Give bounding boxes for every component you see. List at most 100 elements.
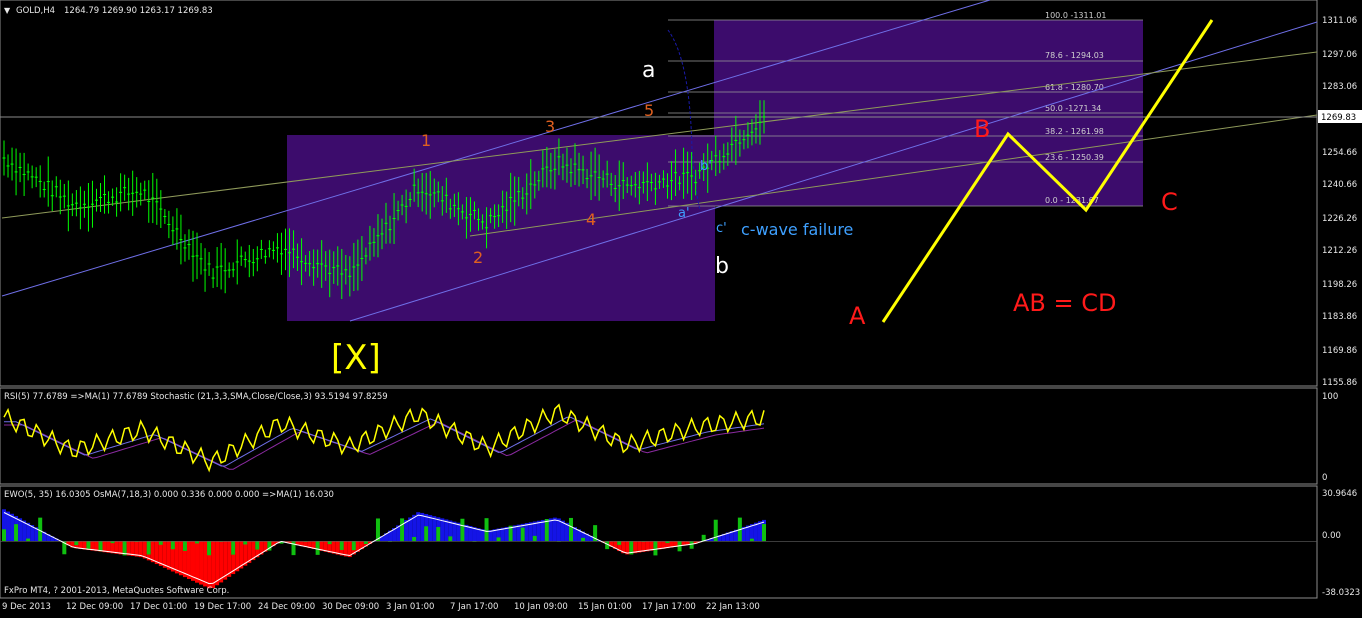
price-tick: 1311.06 (1322, 16, 1357, 26)
osma-bar (351, 541, 356, 551)
price-tick: 1212.26 (1322, 246, 1357, 256)
c-wave-failure-label: c-wave failure (741, 220, 853, 239)
ewo-bar (235, 541, 240, 572)
ewo-bar (126, 541, 131, 556)
osma-bar (544, 519, 549, 542)
osma-bar (448, 536, 453, 542)
osma-bar (86, 541, 91, 549)
ewo-bar (452, 521, 457, 542)
ewo-bar (215, 541, 220, 586)
time-tick: 10 Jan 09:00 (514, 602, 568, 612)
osma-bar (146, 541, 151, 555)
fib-100: 100.0 -1311.01 (1045, 11, 1106, 20)
rsi-tick-100: 100 (1322, 392, 1338, 402)
osma-bar (255, 541, 260, 550)
time-tick: 22 Jan 13:00 (706, 602, 760, 612)
price-tick: 1254.66 (1322, 148, 1357, 158)
osma-bar (520, 527, 525, 542)
chart-svg: 100.0 -1311.01 78.6 - 1294.03 61.8 - 128… (0, 0, 1362, 612)
ewo-bar (528, 522, 533, 542)
ewo-bar (138, 541, 143, 558)
ewo-bar (162, 541, 167, 568)
wave-a-label: a (642, 58, 655, 83)
osma-bar (762, 524, 766, 542)
time-tick: 9 Dec 2013 (2, 602, 51, 612)
time-tick: 3 Jan 01:00 (386, 602, 434, 612)
ewo-series (0, 509, 1317, 589)
ewo-bar (10, 513, 15, 542)
osma-bar (2, 529, 6, 542)
ewo-bar (199, 541, 204, 585)
osma-bar (231, 541, 236, 555)
fib-236: 23.6 - 1250.39 (1045, 153, 1104, 162)
ewo-bar (552, 517, 557, 542)
time-tick: 12 Dec 09:00 (66, 602, 123, 612)
osma-bar (568, 517, 573, 542)
osma-bar (400, 518, 405, 542)
symbol-label: GOLD,H4 (16, 6, 55, 16)
osma-bar (26, 538, 31, 542)
price-tick: 1155.86 (1322, 378, 1357, 388)
rsi-series (3, 403, 765, 473)
ab-cd-label: AB = CD (1013, 289, 1117, 317)
wave-c-prime-label: c' (716, 221, 727, 236)
ewo-bar (516, 524, 521, 542)
osma-bar (532, 535, 537, 542)
header-arrow-icon[interactable]: ▼ (4, 6, 11, 15)
fib-50: 50.0 -1271.34 (1045, 104, 1101, 113)
osma-bar (243, 541, 248, 545)
ewo-bar (211, 541, 216, 589)
osma-bar (424, 526, 429, 542)
ewo-bar (154, 541, 159, 565)
point-b-label: B (974, 115, 990, 143)
chart-window: 100.0 -1311.01 78.6 - 1294.03 61.8 - 128… (0, 0, 1362, 614)
osma-bar (14, 524, 19, 542)
ewo-bar (158, 541, 163, 566)
stochastic-signal-line (4, 419, 765, 470)
osma-bar (327, 541, 332, 545)
ewo-bar (166, 541, 171, 570)
ewo-bar (512, 525, 517, 542)
wave-4-label: 4 (586, 210, 596, 229)
osma-bar (617, 541, 622, 545)
osma-bar (74, 541, 79, 546)
osma-bar (436, 527, 441, 542)
wave-2-label: 2 (473, 248, 483, 267)
price-tick: 1183.86 (1322, 312, 1357, 322)
time-tick: 15 Jan 01:00 (578, 602, 632, 612)
ewo-bar (178, 541, 183, 576)
ewo-tick-zero: 0.00 (1322, 531, 1341, 541)
rsi-tick-0: 0 (1322, 473, 1327, 483)
osma-bar (339, 541, 344, 550)
ohlc-readout: 1264.79 1269.90 1263.17 1269.83 (64, 6, 213, 16)
ewo-bar (186, 541, 191, 579)
ewo-bar (219, 541, 224, 583)
ewo-bar (536, 520, 541, 542)
fib-382: 38.2 - 1261.98 (1045, 127, 1104, 136)
price-tick: 1226.26 (1322, 214, 1357, 224)
osma-bar (484, 518, 489, 542)
price-tick: 1169.86 (1322, 346, 1357, 356)
ewo-label: EWO(5, 35) 16.0305 OsMA(7,18,3) 0.000 0.… (4, 490, 334, 500)
price-tick: 1283.06 (1322, 82, 1357, 92)
ewo-bar (432, 516, 437, 542)
ewo-bar (524, 523, 529, 542)
copyright-text: FxPro MT4, ? 2001-2013, MetaQuotes Softw… (4, 586, 229, 596)
osma-bar (460, 518, 465, 542)
wave-a-prime-label: a' (678, 206, 690, 221)
ewo-bar (440, 518, 445, 542)
ewo-tick-max: 30.9646 (1322, 489, 1357, 499)
ewo-bar (6, 511, 11, 542)
time-tick: 17 Jan 17:00 (642, 602, 696, 612)
price-tick: 1198.26 (1322, 280, 1357, 290)
osma-bar (182, 541, 187, 551)
wave-1-label: 1 (421, 131, 431, 150)
fib-786: 78.6 - 1294.03 (1045, 51, 1104, 60)
ewo-bar (134, 541, 139, 557)
ewo-bar (428, 515, 433, 542)
rsi-line (3, 403, 765, 473)
osma-bar (207, 541, 212, 556)
ewo-bar (190, 541, 195, 581)
price-tick: 1240.66 (1322, 180, 1357, 190)
time-tick: 19 Dec 17:00 (194, 602, 251, 612)
